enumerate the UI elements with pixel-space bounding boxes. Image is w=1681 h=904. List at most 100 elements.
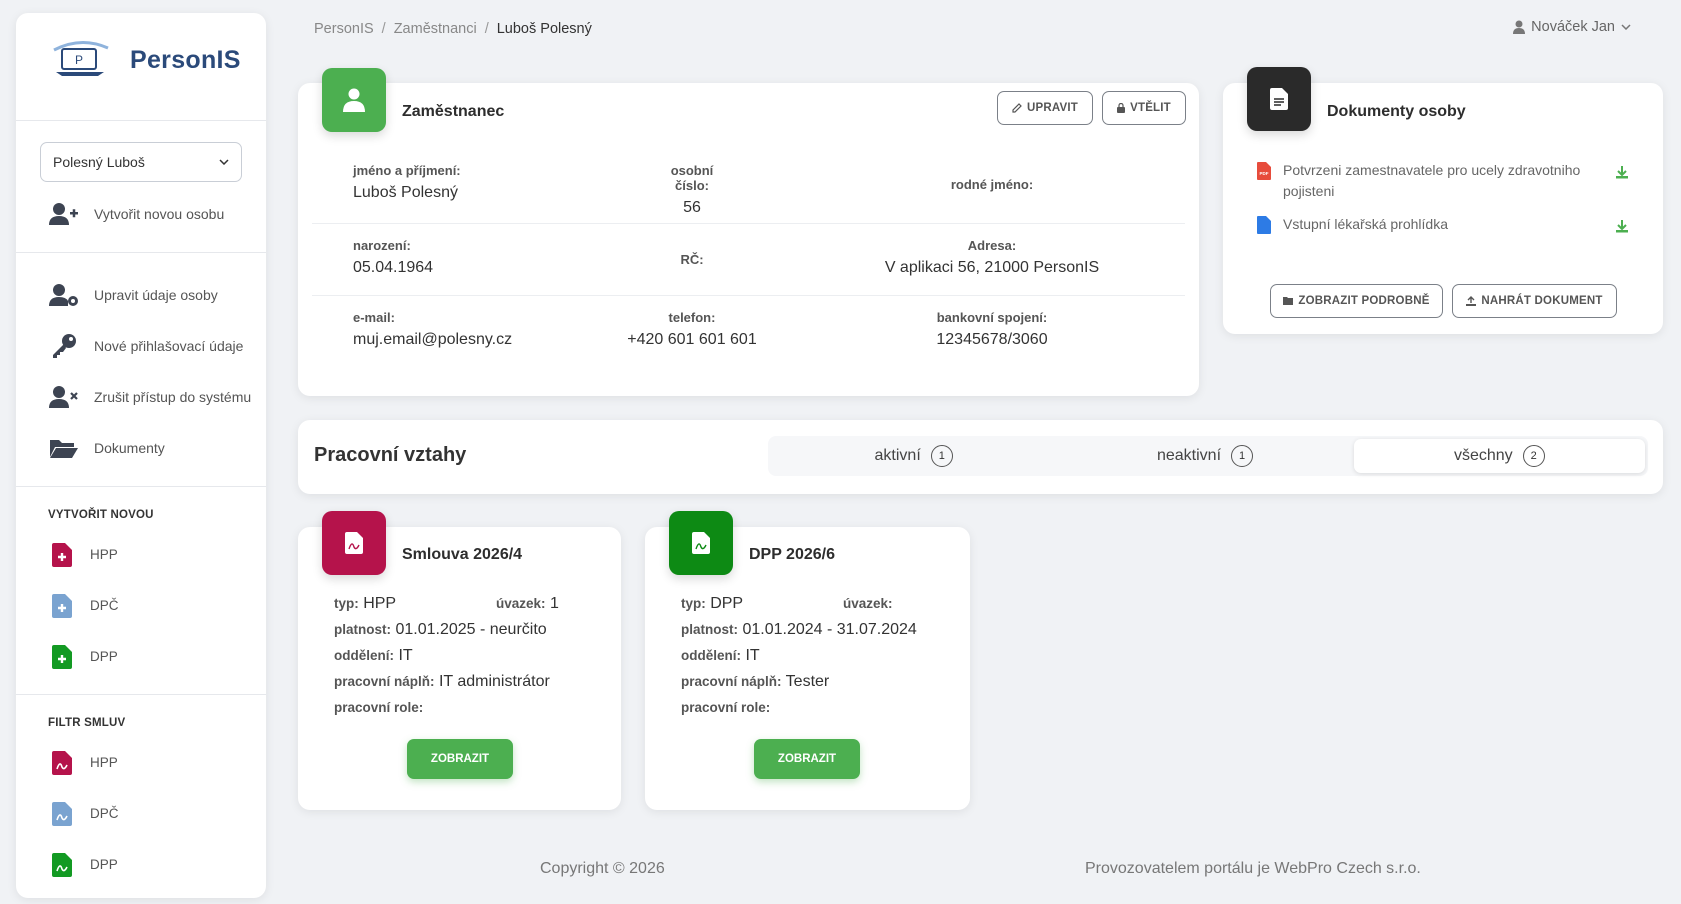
job-label: pracovní náplň: [681,674,782,689]
logo-icon: P [53,41,109,76]
documents-link[interactable]: Dokumenty [16,422,266,473]
key-icon [48,333,80,359]
address-field: Adresa: V aplikaci 56, 21000 PersonIS [872,238,1112,277]
breadcrumb-item[interactable]: PersonIS [314,21,374,37]
birthname-field: rodné jméno: [912,177,1072,198]
user-gear-icon [48,282,80,308]
download-icon[interactable] [1615,219,1629,233]
operator-link[interactable]: Provozovatelem portálu je WebPro Czech s… [1085,860,1421,878]
divider [16,486,266,487]
validity-value: 01.01.2025 - neurčito [395,621,547,638]
filter-hpp-link[interactable]: HPP [16,737,266,788]
contract-validity: platnost: 01.01.2024 - 31.07.2024 [681,621,917,639]
bank-label: bankovní spojení: [936,310,1048,325]
document-item[interactable]: Vstupní lékařská prohlídka [1257,214,1629,235]
breadcrumb-item[interactable]: Zaměstnanci [394,21,477,37]
detail-row: narození: 05.04.1964 RČ: Adresa: V aplik… [312,223,1185,295]
chevron-down-icon [219,159,229,165]
filter-dpp-link[interactable]: DPP [16,839,266,890]
embed-button[interactable]: VTĚLIT [1102,91,1186,125]
employee-tile [322,68,386,132]
edit-person-button[interactable]: Upravit údaje osoby [16,269,266,320]
detail-row: jméno a příjmení: Luboš Polesný osobní č… [312,151,1185,223]
show-contract-button[interactable]: ZOBRAZIT [407,739,513,779]
show-contract-button[interactable]: ZOBRAZIT [754,739,860,779]
email-label: e-mail: [353,310,395,325]
detail-row: e-mail: muj.email@polesny.cz telefon: +4… [312,295,1185,367]
documents-label: Dokumenty [94,439,165,456]
create-dpc-label: DPČ [90,598,119,613]
contract-tile [669,511,733,575]
new-credentials-button[interactable]: Nové přihlašovací údaje [16,320,266,371]
file-signature-icon [345,532,363,554]
tab-all[interactable]: všechny 2 [1353,439,1645,473]
revoke-access-button[interactable]: Zrušit přístup do systému [16,371,266,422]
revoke-access-label: Zrušit přístup do systému [94,388,252,405]
number-label: osobní číslo: [670,163,714,193]
edit-button[interactable]: UPRAVIT [997,91,1093,125]
validity-label: platnost: [681,622,738,637]
phone-label: telefon: [668,310,716,325]
workload-value: 1 [549,595,559,612]
file-signature-icon [692,532,710,554]
create-person-label: Vytvořit novou osobu [94,205,225,222]
relations-title: Pracovní vztahy [314,444,467,466]
filter-hpp-label: HPP [90,755,118,770]
download-icon[interactable] [1615,165,1629,179]
folder-open-icon [48,435,80,461]
file-signature-icon [52,750,72,775]
contract-job: pracovní náplň: IT administrátor [334,673,550,691]
edit-icon [1012,103,1022,113]
filter-dpc-link[interactable]: DPČ [16,788,266,839]
role-label: pracovní role: [334,700,424,715]
person-select[interactable]: Polesný Luboš [40,142,242,182]
pdf-file-icon: PDF [1257,162,1271,180]
contract-role: pracovní role: [681,699,770,717]
edit-button-label: UPRAVIT [1026,102,1079,114]
edit-person-label: Upravit údaje osoby [94,286,218,303]
employee-details: jméno a příjmení: Luboš Polesný osobní č… [312,151,1185,371]
contract-title: Smlouva 2026/4 [402,546,523,563]
contract-type: typ: DPP [681,595,743,613]
workload-label: úvazek: [496,596,546,611]
birthname-label: rodné jméno: [950,177,1034,192]
create-dpc-button[interactable]: DPČ [16,580,266,631]
contract-tile [322,511,386,575]
tab-active[interactable]: aktivní 1 [768,436,1059,476]
filter-dpc-label: DPČ [90,806,119,821]
logo[interactable]: P PersonIS [16,13,266,107]
svg-text:PDF: PDF [1260,171,1269,176]
count-badge: 1 [930,445,953,467]
validity-label: platnost: [334,622,391,637]
user-plus-icon [48,201,80,227]
file-plus-icon [52,644,72,669]
user-menu[interactable]: Nováček Jan [1513,19,1631,35]
divider [16,252,266,253]
contract-card: DPP 2026/6 typ: DPP úvazek: platnost: 01… [645,511,970,810]
department-label: oddělení: [681,648,741,663]
user-icon [1513,20,1526,34]
show-details-button[interactable]: ZOBRAZIT PODROBNĚ [1270,284,1443,318]
birth-label: narození: [353,238,411,253]
create-dpp-button[interactable]: DPP [16,631,266,682]
file-signature-icon [52,801,72,826]
doc-file-icon [1257,216,1271,234]
document-item[interactable]: PDF Potvrzeni zamestnavatele pro ucely z… [1257,160,1629,202]
create-hpp-button[interactable]: HPP [16,529,266,580]
phone-value: +420 601 601 601 [627,331,757,348]
show-details-label: ZOBRAZIT PODROBNĚ [1298,295,1430,307]
count-badge: 1 [1231,445,1254,467]
tab-inactive[interactable]: neaktivní 1 [1059,436,1350,476]
contract-department: oddělení: IT [334,647,413,665]
filter-heading: FILTR SMLUV [48,717,126,729]
create-person-button[interactable]: Vytvořit novou osobu [16,188,266,239]
lock-icon [1117,103,1126,113]
department-value: IT [398,647,413,664]
documents-card: Dokumenty osoby PDF Potvrzeni zamestnava… [1223,67,1663,334]
create-dpp-label: DPP [90,649,118,664]
embed-button-label: VTĚLIT [1130,102,1171,114]
upload-document-button[interactable]: NAHRÁT DOKUMENT [1452,284,1617,318]
role-label: pracovní role: [681,700,771,715]
create-new-heading: VYTVOŘIT NOVOU [48,509,154,521]
sidebar: P PersonIS Polesný Luboš Vytvořit novou … [16,13,266,898]
